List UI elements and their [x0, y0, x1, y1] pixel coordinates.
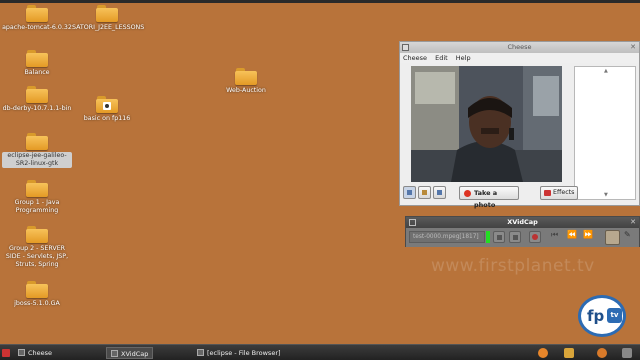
ubuntu-icon[interactable]: [597, 348, 607, 358]
desktop-icon-label: Web-Auction: [226, 87, 266, 94]
folder-icon: [197, 349, 204, 356]
desktop-icon-satori[interactable]: SATORI_J2EE_LESSONS: [72, 5, 145, 32]
folder-icon: [26, 226, 48, 243]
rewind-icon[interactable]: ⏪: [567, 230, 577, 239]
desktop-icon-web-auction[interactable]: Web-Auction: [211, 68, 281, 95]
scroll-up-icon[interactable]: ▲: [604, 68, 608, 74]
webcam-preview: [411, 66, 562, 182]
folder-icon: [26, 86, 48, 103]
trash-icon[interactable]: [622, 348, 632, 358]
desktop-icon-group-2[interactable]: Group 2 - SERVER SIDE - Servlets, JSP, S…: [2, 226, 72, 269]
edit-icon[interactable]: ✎: [624, 230, 631, 239]
app-icon: [402, 44, 409, 51]
skip-back-icon[interactable]: ⏮: [551, 230, 558, 240]
desktop-icon-jboss[interactable]: jboss-5.1.0.GA: [2, 281, 72, 308]
menu-edit[interactable]: Edit: [435, 54, 448, 62]
desktop-icon-basic-on-fp116[interactable]: basic on fp116: [72, 96, 142, 123]
desktop-icon-label: Group 1 - Java Programming: [14, 199, 60, 214]
window-title: XVidCap: [507, 218, 538, 226]
desktop-icon-label: Group 2 - SERVER SIDE - Servlets, JSP, S…: [5, 245, 69, 268]
close-icon[interactable]: ✕: [630, 217, 636, 228]
window-title: Cheese: [507, 43, 532, 51]
status-indicator: [486, 231, 490, 243]
taskbar: Cheese XVidCap [eclipse - File Browser]: [0, 344, 640, 360]
forward-icon[interactable]: ⏩: [583, 230, 593, 239]
cheese-titlebar[interactable]: Cheese ✕: [400, 42, 639, 53]
stop-button[interactable]: [493, 231, 505, 243]
desktop-icon-group-1[interactable]: Group 1 - Java Programming: [2, 180, 72, 215]
take-photo-button[interactable]: Take a photo: [459, 186, 519, 209]
taskbar-item-xvidcap[interactable]: XVidCap: [106, 347, 154, 359]
window-icon: [18, 349, 25, 356]
close-icon[interactable]: ✕: [630, 42, 636, 53]
desktop-icon-db-derby[interactable]: db-derby-10.7.1.1-bin: [2, 86, 72, 113]
taskbar-item-cheese[interactable]: Cheese: [18, 347, 52, 359]
desktop-icon-balance[interactable]: Balance: [2, 50, 72, 77]
photo-mode-button[interactable]: [403, 186, 416, 199]
firstplanet-logo: fp tv: [578, 295, 626, 337]
burst-mode-button[interactable]: [433, 186, 446, 199]
desktop-icon-label: eclipse-jee-galileo-SR2-linux-gtk: [2, 152, 72, 168]
photo-thumbnail-strip[interactable]: ▲ ▼: [574, 66, 636, 200]
video-mode-button[interactable]: [418, 186, 431, 199]
xvidcap-titlebar[interactable]: XVidCap ✕: [406, 217, 639, 228]
folder-icon: [26, 50, 48, 67]
desktop-icon-apache-tomcat[interactable]: apache-tomcat-6.0.32: [2, 5, 72, 32]
app-icon: [409, 219, 416, 226]
desktop-icon-label: jboss-5.1.0.GA: [14, 300, 60, 307]
folder-icon: [26, 180, 48, 197]
cheese-controls: Take a photo Effects: [403, 186, 578, 209]
folder-icon: [26, 281, 48, 298]
desktop-icon-label: db-derby-10.7.1.1-bin: [2, 105, 72, 112]
desktop-icon-eclipse[interactable]: eclipse-jee-galileo-SR2-linux-gtk: [2, 133, 72, 168]
menu-icon[interactable]: [2, 349, 10, 357]
select-area-button[interactable]: [605, 230, 620, 245]
folder-shared-icon: [96, 96, 118, 113]
webcam-image: [411, 66, 562, 182]
top-panel: [0, 0, 640, 3]
effects-button[interactable]: Effects: [540, 186, 578, 200]
menu-help[interactable]: Help: [456, 54, 471, 62]
xvidcap-toolbar: test-0000.mpeg[1817] ⏮ ⏪ ⏩ ✎: [406, 228, 639, 247]
menu-cheese[interactable]: Cheese: [403, 54, 427, 62]
taskbar-item-file-browser[interactable]: [eclipse - File Browser]: [197, 347, 281, 359]
folder-icon: [235, 68, 257, 85]
firefox-icon[interactable]: [538, 348, 548, 358]
scroll-down-icon[interactable]: ▼: [604, 192, 608, 198]
record-dot-icon: [464, 190, 471, 197]
output-filename: test-0000.mpeg[1817]: [409, 231, 485, 243]
cheese-window[interactable]: Cheese ✕ Cheese Edit Help ▲ ▼ Take a pho…: [399, 41, 640, 209]
folder-icon: [96, 5, 118, 22]
folder-icon[interactable]: [564, 348, 574, 358]
window-icon: [111, 350, 118, 357]
pause-button[interactable]: [509, 231, 521, 243]
desktop-icon-label: basic on fp116: [83, 115, 131, 122]
effects-icon: [544, 190, 551, 196]
folder-icon: [26, 5, 48, 22]
desktop-icon-label: apache-tomcat-6.0.32: [2, 24, 72, 31]
menu-bar: Cheese Edit Help: [400, 53, 639, 63]
watermark: www.firstplanet.tv: [431, 256, 595, 276]
xvidcap-window[interactable]: XVidCap ✕ test-0000.mpeg[1817] ⏮ ⏪ ⏩ ✎: [405, 216, 640, 247]
desktop-icon-label: Balance: [24, 69, 50, 76]
desktop-icon-label: SATORI_J2EE_LESSONS: [72, 24, 145, 31]
folder-icon: [26, 133, 48, 150]
record-button[interactable]: [529, 231, 541, 243]
